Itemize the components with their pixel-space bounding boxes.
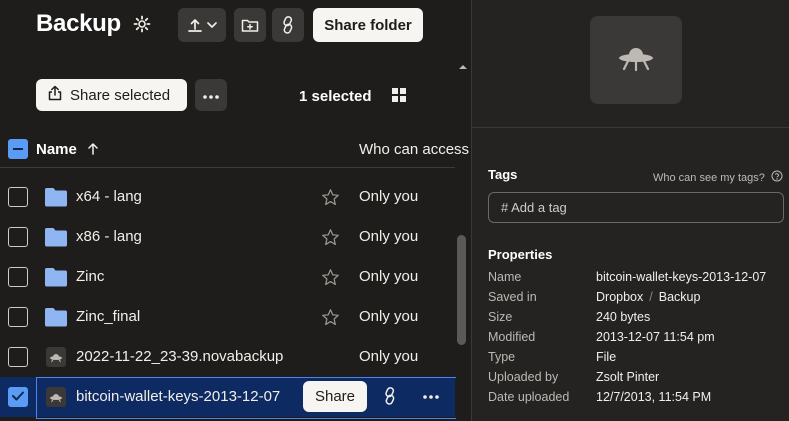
selected-count: 1 selected bbox=[299, 88, 372, 105]
property-type: Type File bbox=[488, 350, 788, 370]
file-icon bbox=[44, 346, 68, 368]
row-checkbox[interactable] bbox=[8, 267, 28, 287]
help-icon bbox=[771, 170, 783, 185]
more-icon[interactable] bbox=[420, 387, 442, 407]
ufo-icon bbox=[616, 43, 656, 78]
tags-help-label: Who can see my tags? bbox=[653, 171, 765, 184]
row-checkbox[interactable] bbox=[8, 227, 28, 247]
breadcrumb-folder[interactable]: Backup bbox=[659, 290, 701, 304]
table-row[interactable]: Zinc_final Only you bbox=[0, 297, 455, 337]
upload-button[interactable] bbox=[178, 8, 226, 42]
access-label: Only you bbox=[359, 348, 419, 365]
file-name[interactable]: 2022-11-22_23-39.novabackup bbox=[76, 348, 283, 365]
property-label: Name bbox=[488, 270, 522, 284]
file-preview bbox=[590, 16, 682, 104]
file-name[interactable]: x64 - lang bbox=[76, 188, 142, 205]
property-label: Size bbox=[488, 310, 513, 324]
sort-ascending-icon[interactable] bbox=[86, 142, 100, 156]
more-icon bbox=[203, 86, 219, 104]
link-icon[interactable] bbox=[382, 387, 402, 407]
row-checkbox[interactable] bbox=[8, 307, 28, 327]
gear-icon[interactable] bbox=[132, 14, 152, 34]
breadcrumb-separator: / bbox=[649, 290, 653, 304]
property-modified: Modified 2013-12-07 11:54 pm bbox=[488, 330, 788, 350]
property-label: Saved in bbox=[488, 290, 537, 304]
star-icon[interactable] bbox=[321, 228, 340, 247]
row-checkbox[interactable] bbox=[8, 347, 28, 367]
file-list-pane: Backup Share folder Share selected 1 sel… bbox=[0, 0, 470, 421]
scrollbar-thumb[interactable] bbox=[457, 235, 466, 345]
row-checkbox-checked[interactable] bbox=[8, 387, 28, 407]
star-icon[interactable] bbox=[321, 308, 340, 327]
star-icon[interactable] bbox=[321, 188, 340, 207]
property-label: Type bbox=[488, 350, 516, 364]
property-size: Size 240 bytes bbox=[488, 310, 788, 330]
table-header: Name Who can access bbox=[0, 130, 469, 168]
select-all-checkbox[interactable] bbox=[8, 139, 28, 159]
add-tag-input[interactable] bbox=[488, 192, 784, 223]
folder-icon bbox=[44, 226, 68, 248]
file-name[interactable]: x86 - lang bbox=[76, 228, 142, 245]
access-label: Only you bbox=[359, 268, 419, 285]
property-date-uploaded: Date uploaded 12/7/2013, 11:54 PM bbox=[488, 390, 788, 410]
upload-icon bbox=[187, 17, 217, 33]
table-row[interactable]: 2022-11-22_23-39.novabackup Only you bbox=[0, 337, 455, 377]
property-label: Date uploaded bbox=[488, 390, 570, 404]
table-row[interactable]: x64 - lang Only you bbox=[0, 177, 455, 217]
more-actions-button[interactable] bbox=[195, 79, 227, 111]
access-label: Only you bbox=[359, 188, 419, 205]
divider bbox=[472, 127, 789, 128]
details-panel: Tags Who can see my tags? Properties Nam… bbox=[471, 0, 789, 421]
scroll-up-arrow[interactable] bbox=[457, 60, 469, 72]
share-selected-button[interactable]: Share selected bbox=[36, 79, 187, 111]
property-value: 2013-12-07 11:54 pm bbox=[596, 330, 715, 344]
file-name[interactable]: Zinc_final bbox=[76, 308, 140, 325]
column-header-name[interactable]: Name bbox=[36, 141, 77, 158]
file-icon bbox=[44, 386, 68, 408]
grid-view-icon[interactable] bbox=[392, 88, 406, 102]
page-title: Backup bbox=[36, 10, 121, 37]
row-share-button[interactable]: Share bbox=[303, 381, 367, 412]
tags-help-link[interactable]: Who can see my tags? bbox=[653, 170, 783, 185]
access-label: Only you bbox=[359, 308, 419, 325]
star-icon[interactable] bbox=[321, 268, 340, 287]
property-label: Modified bbox=[488, 330, 536, 344]
property-value: 12/7/2013, 11:54 PM bbox=[596, 390, 712, 404]
check-icon bbox=[12, 388, 24, 406]
property-uploaded-by: Uploaded by Zsolt Pinter bbox=[488, 370, 788, 390]
folder-icon bbox=[44, 186, 68, 208]
property-value: File bbox=[596, 350, 617, 364]
share-icon bbox=[48, 85, 62, 105]
new-folder-button[interactable] bbox=[234, 8, 266, 42]
property-name: Name bitcoin-wallet-keys-2013-12-07 bbox=[488, 270, 788, 290]
share-selected-label: Share selected bbox=[70, 86, 171, 104]
property-saved-in: Saved in Dropbox / Backup bbox=[488, 290, 788, 310]
access-label: Only you bbox=[359, 228, 419, 245]
breadcrumb-parent[interactable]: Dropbox bbox=[596, 290, 643, 304]
saved-in-breadcrumb: Dropbox / Backup bbox=[596, 290, 700, 304]
new-folder-icon bbox=[241, 17, 259, 33]
file-name[interactable]: Zinc bbox=[76, 268, 104, 285]
folder-icon bbox=[44, 306, 68, 328]
link-icon bbox=[280, 16, 296, 34]
share-folder-button[interactable]: Share folder bbox=[313, 8, 423, 42]
column-header-access[interactable]: Who can access bbox=[359, 141, 469, 158]
table-row-selected[interactable]: bitcoin-wallet-keys-2013-12-07 Share bbox=[0, 377, 456, 419]
copy-link-button[interactable] bbox=[272, 8, 304, 42]
tags-heading: Tags bbox=[488, 167, 518, 182]
properties-heading: Properties bbox=[488, 247, 553, 262]
table-row[interactable]: x86 - lang Only you bbox=[0, 217, 455, 257]
row-checkbox[interactable] bbox=[8, 187, 28, 207]
property-value: bitcoin-wallet-keys-2013-12-07 bbox=[596, 270, 767, 284]
file-name[interactable]: bitcoin-wallet-keys-2013-12-07 bbox=[76, 388, 280, 405]
property-value: 240 bytes bbox=[596, 310, 651, 324]
property-value: Zsolt Pinter bbox=[596, 370, 660, 384]
folder-icon bbox=[44, 266, 68, 288]
table-row[interactable]: Zinc Only you bbox=[0, 257, 455, 297]
property-label: Uploaded by bbox=[488, 370, 559, 384]
